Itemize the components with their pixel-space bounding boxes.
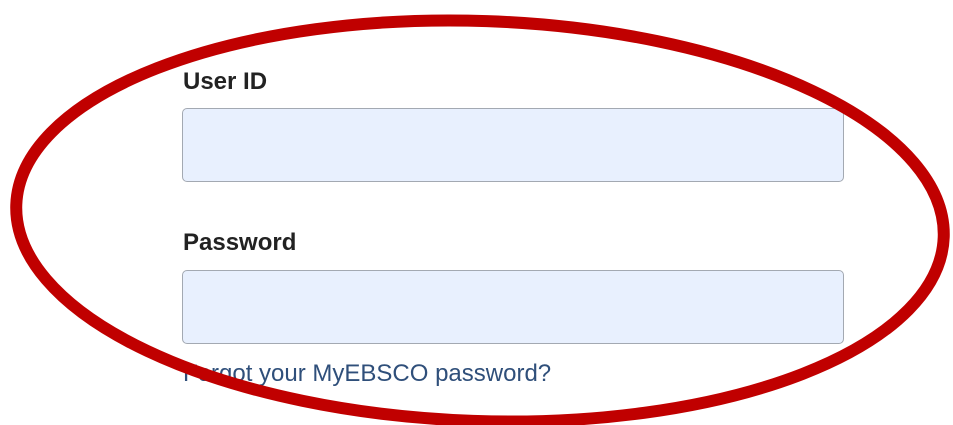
user-id-label: User ID [183, 68, 268, 95]
password-input[interactable] [182, 270, 844, 344]
user-id-input[interactable] [182, 108, 844, 182]
password-label: Password [183, 229, 297, 256]
forgot-password-link[interactable]: Forgot your MyEBSCO password? [183, 362, 551, 386]
